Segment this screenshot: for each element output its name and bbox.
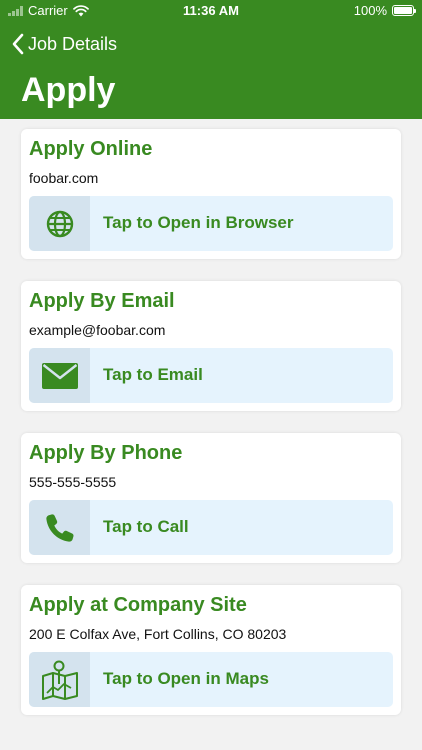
status-bar: Carrier 11:36 AM 100% bbox=[0, 0, 422, 22]
apply-email-card: Apply By Email example@foobar.com Tap to… bbox=[21, 281, 401, 411]
envelope-icon bbox=[41, 362, 78, 389]
battery-icon bbox=[392, 5, 416, 16]
navigation-header: Carrier 11:36 AM 100% Job Details Apply bbox=[0, 0, 422, 119]
call-button[interactable]: Tap to Call bbox=[29, 500, 393, 555]
apply-company-site-card: Apply at Company Site 200 E Colfax Ave, … bbox=[21, 585, 401, 715]
card-title: Apply By Email bbox=[29, 290, 175, 312]
action-icon-box bbox=[29, 196, 90, 251]
apply-online-card: Apply Online foobar.com Tap to Open in B… bbox=[21, 129, 401, 259]
apply-phone-card: Apply By Phone 555-555-5555 Tap to Call bbox=[21, 433, 401, 563]
back-button[interactable]: Job Details bbox=[12, 31, 117, 57]
page-title: Apply bbox=[21, 71, 116, 109]
action-label: Tap to Email bbox=[103, 365, 203, 384]
phone-number: 555-555-5555 bbox=[29, 474, 117, 490]
map-icon bbox=[41, 660, 78, 700]
action-icon-box bbox=[29, 652, 90, 707]
card-title: Apply Online bbox=[29, 138, 153, 160]
action-icon-box bbox=[29, 500, 90, 555]
card-title: Apply at Company Site bbox=[29, 594, 247, 616]
back-label: Job Details bbox=[28, 33, 118, 54]
open-maps-button[interactable]: Tap to Open in Maps bbox=[29, 652, 393, 707]
email-address: example@foobar.com bbox=[29, 322, 166, 338]
street-address: 200 E Colfax Ave, Fort Collins, CO 80203 bbox=[29, 626, 287, 642]
action-label: Tap to Open in Browser bbox=[103, 213, 294, 232]
chevron-left-icon bbox=[12, 33, 24, 55]
action-icon-box bbox=[29, 348, 90, 403]
open-browser-button[interactable]: Tap to Open in Browser bbox=[29, 196, 393, 251]
battery-percent: 100% bbox=[353, 3, 387, 18]
website-url: foobar.com bbox=[29, 170, 99, 186]
email-button[interactable]: Tap to Email bbox=[29, 348, 393, 403]
status-right: 100% bbox=[353, 3, 416, 18]
card-title: Apply By Phone bbox=[29, 442, 183, 464]
phone-icon bbox=[45, 513, 74, 542]
action-label: Tap to Open in Maps bbox=[103, 669, 269, 688]
action-label: Tap to Call bbox=[103, 517, 189, 536]
globe-icon bbox=[46, 210, 73, 237]
